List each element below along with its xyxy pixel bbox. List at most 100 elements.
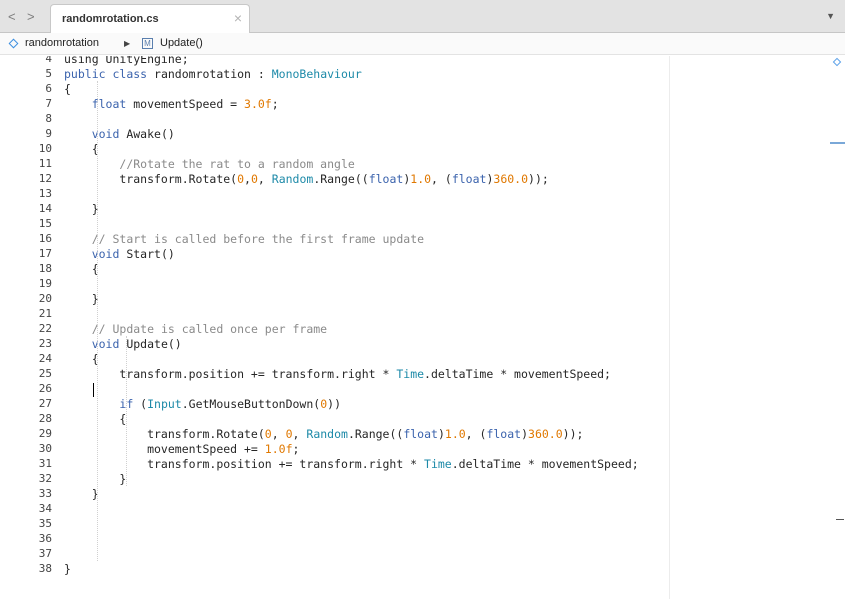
forward-arrow-icon[interactable]: > xyxy=(27,9,35,24)
line-number: 25 xyxy=(38,367,52,380)
code-token: ) xyxy=(521,427,529,441)
line-number: 4 xyxy=(45,56,52,65)
line-number: 16 xyxy=(38,232,52,245)
code-line[interactable]: //Rotate the rat to a random angle xyxy=(64,157,355,171)
code-token: void xyxy=(91,127,120,141)
code-token: , ( xyxy=(431,172,452,186)
code-line[interactable]: { xyxy=(64,352,99,366)
line-number: 29 xyxy=(38,427,52,440)
right-margin-line xyxy=(669,56,670,599)
code-token: void xyxy=(91,247,120,261)
code-token: transform.position += transform.right * xyxy=(64,457,425,471)
class-diamond-icon xyxy=(8,38,19,49)
code-token: Start() xyxy=(119,247,175,261)
code-line[interactable]: public class randomrotation : MonoBehavi… xyxy=(64,67,362,81)
code-token: )); xyxy=(562,427,584,441)
code-token: } xyxy=(64,292,99,306)
close-icon[interactable]: × xyxy=(234,10,242,26)
line-number: 14 xyxy=(38,202,52,215)
line-number: 26 xyxy=(38,382,52,395)
code-editor[interactable]: 4 5 6 7 8 9 10 11 12 13 14 15 16 17 18 19 20 21 22 23 24 25 26… xyxy=(0,56,845,599)
code-token: , ( xyxy=(465,427,487,441)
code-token: .Range(( xyxy=(313,172,369,186)
line-number: 36 xyxy=(38,532,52,545)
code-token: //Rotate the rat to a random angle xyxy=(119,157,355,171)
breadcrumb-separator-icon: ▶ xyxy=(124,39,131,48)
code-line[interactable]: } xyxy=(64,487,99,501)
code-token: .Range(( xyxy=(347,427,404,441)
code-token: .GetMouseButtonDown( xyxy=(181,397,321,411)
breadcrumb: randomrotation ▶ M Update() xyxy=(0,33,845,55)
code-line[interactable]: transform.position += transform.right * … xyxy=(64,457,639,471)
code-line[interactable]: { xyxy=(64,262,99,276)
code-token: , xyxy=(257,172,272,186)
line-number: 15 xyxy=(38,217,52,230)
line-number: 30 xyxy=(38,442,52,455)
code-token: { xyxy=(64,412,127,426)
indent-guide xyxy=(97,81,98,561)
code-line[interactable]: { xyxy=(64,412,126,426)
line-number: 12 xyxy=(38,172,52,185)
code-line[interactable]: transform.position += transform.right * … xyxy=(64,367,611,381)
code-token: 1.0 xyxy=(444,427,466,441)
tab-randomrotation[interactable]: randomrotation.cs × xyxy=(50,4,250,33)
code-token: )); xyxy=(528,172,549,186)
tab-overflow-icon[interactable]: ▼ xyxy=(826,11,835,21)
code-line[interactable]: } xyxy=(64,472,126,486)
back-arrow-icon[interactable]: < xyxy=(8,9,16,24)
code-token: Time xyxy=(396,367,425,381)
code-line[interactable]: } xyxy=(64,562,71,576)
code-token: MonoBehaviour xyxy=(271,67,362,81)
code-token: ) xyxy=(437,427,445,441)
code-token: { xyxy=(64,262,99,276)
code-token: transform.position += transform.right * xyxy=(64,367,397,381)
line-number: 10 xyxy=(38,142,52,155)
code-token: float xyxy=(486,427,522,441)
code-token: // Start is called before the first fram… xyxy=(91,232,425,246)
line-number: 17 xyxy=(38,247,52,260)
code-line[interactable]: void Awake() xyxy=(64,127,175,141)
code-token: 1.0f xyxy=(264,442,293,456)
line-number: 24 xyxy=(38,352,52,365)
code-line[interactable]: } xyxy=(64,292,99,306)
line-number-gutter: 4 5 6 7 8 9 10 11 12 13 14 15 16 17 18 19 20 21 22 23 24 25 26… xyxy=(0,56,52,599)
code-line[interactable]: // Start is called before the first fram… xyxy=(64,232,424,246)
code-line[interactable]: // Update is called once per frame xyxy=(64,322,327,336)
line-number: 19 xyxy=(38,277,52,290)
code-line[interactable]: { xyxy=(64,82,71,96)
code-line[interactable]: transform.Rotate(0, 0, Random.Range((flo… xyxy=(64,427,583,441)
code-token: transform.Rotate( xyxy=(64,427,265,441)
line-number: 9 xyxy=(45,127,52,140)
code-token: 360.0 xyxy=(528,427,563,441)
code-token: 3.0f xyxy=(244,97,272,111)
code-token: float xyxy=(451,172,487,186)
tab-title: randomrotation.cs xyxy=(62,13,159,25)
code-area[interactable]: using UnityEngine; public class randomrot… xyxy=(64,56,669,599)
code-line[interactable]: transform.Rotate(0,0, Random.Range((floa… xyxy=(64,172,549,186)
code-token: { xyxy=(64,352,99,366)
code-token: movementSpeed += xyxy=(64,442,265,456)
code-line[interactable]: void Update() xyxy=(64,337,182,351)
line-number: 18 xyxy=(38,262,52,275)
code-token: movementSpeed = xyxy=(126,97,245,111)
code-line[interactable]: { xyxy=(64,142,99,156)
code-line[interactable]: if (Input.GetMouseButtonDown(0)) xyxy=(64,397,341,411)
code-line[interactable]: } xyxy=(64,202,99,216)
line-number: 21 xyxy=(38,307,52,320)
line-number: 37 xyxy=(38,547,52,560)
code-token: Input xyxy=(147,397,182,411)
code-token: 0 xyxy=(285,427,293,441)
code-token: ; xyxy=(271,97,279,111)
breadcrumb-method[interactable]: Update() xyxy=(160,37,203,49)
code-token: { xyxy=(64,82,71,96)
scroll-marker-caret xyxy=(836,519,844,520)
code-line[interactable]: using UnityEngine; xyxy=(64,56,189,66)
breadcrumb-class[interactable]: randomrotation xyxy=(25,37,99,49)
code-token: Awake() xyxy=(119,127,175,141)
code-line[interactable]: void Start() xyxy=(64,247,175,261)
code-line[interactable]: movementSpeed += 1.0f; xyxy=(64,442,299,456)
